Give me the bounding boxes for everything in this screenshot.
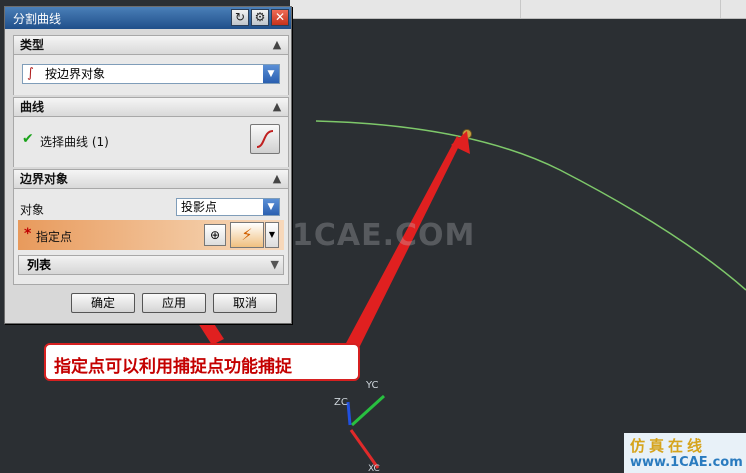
list-section-header[interactable]: 列表 ▼: [18, 255, 284, 275]
split-curve: [315, 120, 746, 291]
cancel-button[interactable]: 取消: [213, 293, 277, 313]
annotation-text: 指定点可以利用捕捉点功能捕捉: [54, 357, 292, 377]
dialog-title: 分割曲线: [13, 12, 62, 26]
axis-label-xc: XC: [368, 464, 380, 473]
panel-type: ∫ 按边界对象 ▼: [13, 55, 289, 95]
collapse-caret-icon[interactable]: ▲: [268, 37, 286, 53]
select-curve-button[interactable]: [250, 124, 280, 154]
close-button[interactable]: ✕: [271, 9, 289, 26]
s-curve-icon: [256, 130, 274, 148]
axis-xc: [349, 429, 380, 469]
site-logo: 仿真在线 www.1CAE.com: [624, 433, 746, 473]
apply-button[interactable]: 应用: [142, 293, 206, 313]
object-label: 对象: [20, 203, 45, 217]
section-title-type: 类型: [20, 38, 45, 52]
ok-button[interactable]: 确定: [71, 293, 135, 313]
section-title-curve: 曲线: [20, 100, 45, 114]
list-label: 列表: [27, 258, 52, 272]
collapse-caret-icon[interactable]: ▲: [268, 171, 286, 187]
section-title-boundary: 边界对象: [20, 172, 69, 186]
collapse-caret-icon[interactable]: ▲: [268, 99, 286, 115]
type-select[interactable]: ∫ 按边界对象 ▼: [22, 64, 280, 84]
type-select-value: 按边界对象: [45, 67, 106, 81]
object-select-value: 投影点: [181, 200, 218, 214]
required-mark: *: [24, 226, 32, 242]
logo-line1: 仿真在线: [630, 437, 707, 455]
chevron-down-icon[interactable]: ▼: [263, 199, 279, 215]
snap-point-button[interactable]: ⚡: [230, 222, 264, 248]
snap-point-icon: ⚡: [241, 225, 253, 244]
section-header-type[interactable]: 类型 ▲: [13, 35, 289, 55]
expand-caret-icon[interactable]: ▼: [271, 256, 279, 274]
axis-yc: [350, 394, 386, 427]
section-header-curve[interactable]: 曲线 ▲: [13, 97, 289, 117]
section-header-boundary[interactable]: 边界对象 ▲: [13, 169, 289, 189]
object-select[interactable]: 投影点 ▼: [176, 198, 280, 216]
split-curve-dialog: 分割曲线 ↻ ⚙ ✕ 类型 ▲ ∫ 按边界对象 ▼ 曲线 ▲ ✔ 选择曲线 (1…: [4, 6, 292, 324]
axis-zc: [346, 401, 352, 426]
point-dialog-icon: ⊕: [209, 228, 221, 242]
axis-label-yc: YC: [366, 380, 379, 391]
point-dialog-button[interactable]: ⊕: [204, 224, 226, 246]
close-icon: ✕: [274, 10, 286, 24]
annotation-callout: 指定点可以利用捕捉点功能捕捉: [44, 343, 360, 381]
panel-curve: ✔ 选择曲线 (1): [13, 117, 289, 167]
specify-point-row[interactable]: * 指定点 ⊕ ⚡ ▼: [18, 220, 284, 250]
gear-icon: ⚙: [254, 10, 266, 24]
reset-icon: ↻: [234, 10, 246, 24]
logo-line2: www.1CAE.com: [630, 455, 743, 470]
watermark: 1CAE.COM: [292, 218, 476, 253]
reset-button[interactable]: ↻: [231, 9, 249, 26]
settings-button[interactable]: ⚙: [251, 9, 269, 26]
dialog-titlebar[interactable]: 分割曲线 ↻ ⚙ ✕: [5, 7, 291, 29]
snap-options-dropdown[interactable]: ▼: [265, 222, 279, 248]
s-curve-icon: ∫: [27, 66, 34, 81]
specify-point-label: 指定点: [36, 230, 73, 244]
checkmark-icon: ✔: [22, 131, 34, 147]
panel-boundary: 对象 投影点 ▼ * 指定点 ⊕ ⚡ ▼ 列表 ▼: [13, 189, 289, 285]
select-curve-label[interactable]: 选择曲线 (1): [40, 133, 109, 150]
chevron-down-icon[interactable]: ▼: [263, 65, 279, 83]
chevron-down-icon: ▼: [268, 230, 276, 239]
axis-label-zc: ZC: [334, 397, 348, 408]
